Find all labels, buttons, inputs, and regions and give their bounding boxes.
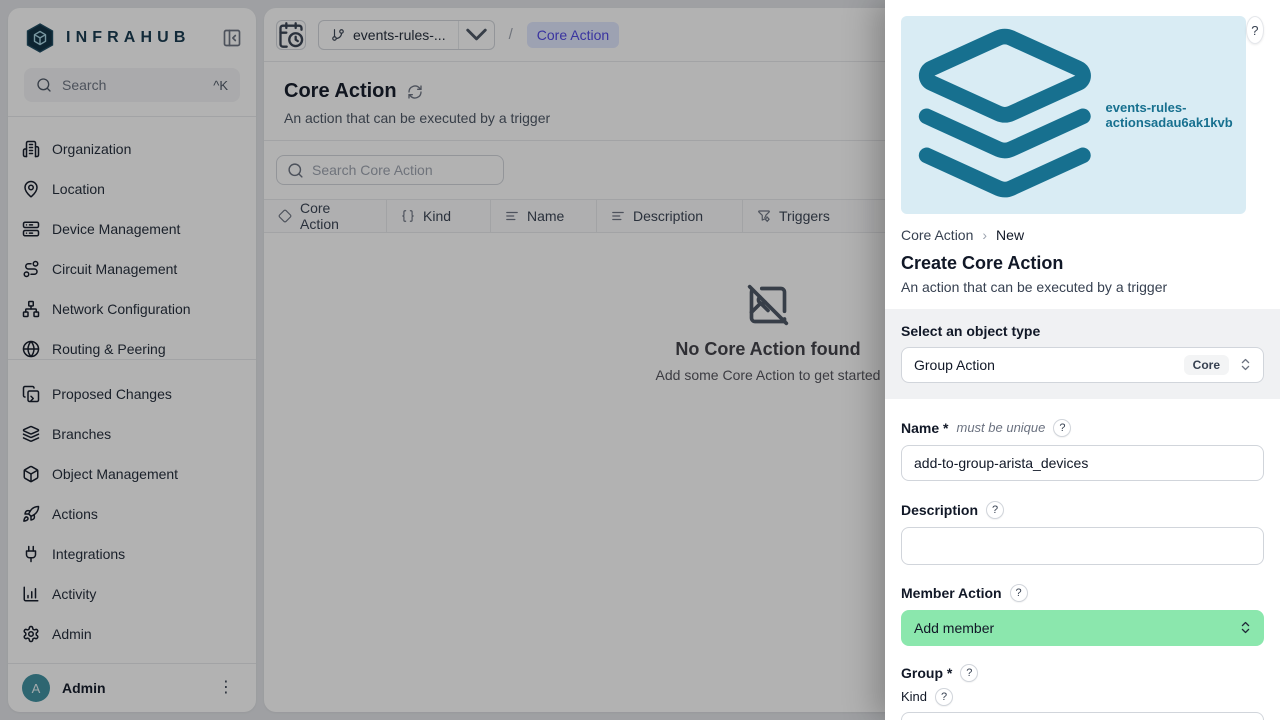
- description-label-row: Description ?: [901, 501, 1264, 519]
- object-type-label: Select an object type: [901, 323, 1264, 339]
- branch-badge: events-rules-actionsadau6ak1kvb: [901, 16, 1246, 214]
- kind-label-row: Kind ?: [901, 688, 1264, 706]
- description-help-icon[interactable]: ?: [986, 501, 1004, 519]
- name-hint: must be unique: [956, 420, 1045, 435]
- required-asterisk: *: [943, 420, 948, 436]
- core-badge: Core: [1184, 355, 1229, 375]
- name-label-row: Name * must be unique ?: [901, 419, 1264, 437]
- member-action-select[interactable]: Add member: [901, 610, 1264, 646]
- description-input[interactable]: [901, 527, 1264, 565]
- branch-badge-label: events-rules-actionsadau6ak1kvb: [1106, 100, 1236, 130]
- member-action-label-row: Member Action ?: [901, 584, 1264, 602]
- name-help-icon[interactable]: ?: [1053, 419, 1071, 437]
- panel-breadcrumb-current: New: [996, 227, 1024, 243]
- panel-header: events-rules-actionsadau6ak1kvb ? Core A…: [885, 0, 1280, 295]
- panel-subtitle: An action that can be executed by a trig…: [901, 279, 1264, 295]
- layers-icon: [911, 21, 1099, 209]
- panel-title: Create Core Action: [901, 253, 1264, 274]
- chevrons-up-down-icon: [1238, 357, 1253, 372]
- member-action-help-icon[interactable]: ?: [1010, 584, 1028, 602]
- panel-help-button[interactable]: ?: [1246, 16, 1264, 44]
- object-type-section: Select an object type Group Action Core: [885, 309, 1280, 399]
- panel-breadcrumb-separator: ›: [982, 227, 987, 243]
- panel-breadcrumb: Core Action › New: [901, 227, 1264, 243]
- group-help-icon[interactable]: ?: [960, 664, 978, 682]
- group-label-row: Group * ?: [901, 664, 1264, 682]
- name-input[interactable]: [901, 445, 1264, 481]
- kind-select[interactable]: Standard Group Core: [901, 712, 1264, 720]
- object-type-value: Group Action: [914, 357, 1184, 373]
- panel-breadcrumb-parent[interactable]: Core Action: [901, 227, 973, 243]
- required-asterisk: *: [947, 665, 952, 681]
- kind-help-icon[interactable]: ?: [935, 688, 953, 706]
- create-form: Name * must be unique ? Description ? Me…: [885, 399, 1280, 720]
- object-type-select[interactable]: Group Action Core: [901, 347, 1264, 383]
- create-core-action-panel: events-rules-actionsadau6ak1kvb ? Core A…: [885, 0, 1280, 720]
- member-action-value: Add member: [914, 620, 1229, 636]
- chevrons-up-down-icon: [1238, 620, 1253, 635]
